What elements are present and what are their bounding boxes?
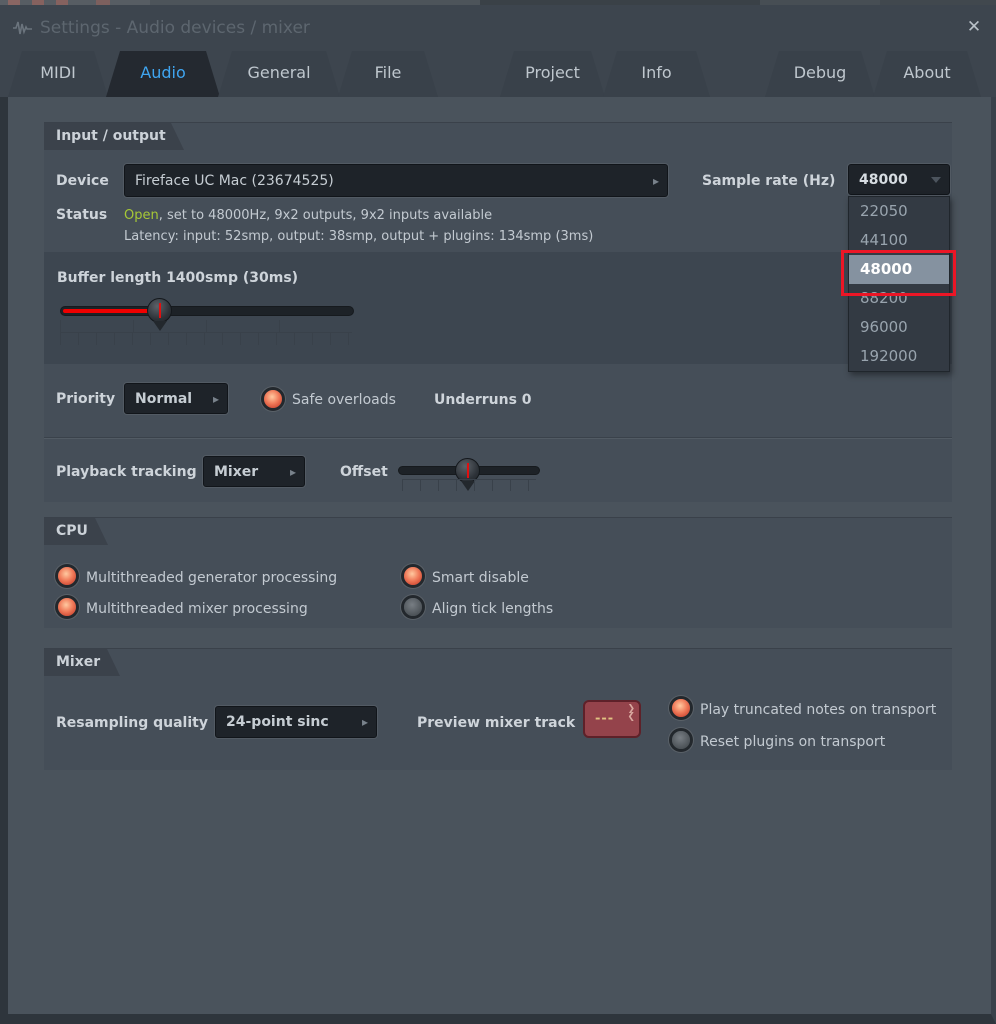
playback-tracking-select[interactable]: Mixer ▸ [203, 456, 305, 487]
device-select[interactable]: Fireface UC Mac (23674525) ▸ [124, 164, 668, 197]
resampling-quality-select[interactable]: 24-point sinc ▸ [215, 706, 377, 738]
chevron-down-icon [931, 177, 941, 183]
tab-debug[interactable]: Debug [765, 51, 875, 97]
resampling-quality-label: Resampling quality [56, 715, 208, 731]
section-header-mixer: Mixer [44, 649, 120, 676]
section-input-output: Input / output Device Fireface UC Mac (2… [44, 122, 952, 502]
buffer-length-label: Buffer length 1400smp (30ms) [57, 270, 298, 286]
section-header-io: Input / output [44, 123, 184, 150]
buffer-slider-track[interactable] [60, 306, 354, 316]
tab-bar: MIDI Audio General File Project Info Deb… [0, 49, 996, 97]
waveform-icon [12, 19, 34, 37]
safe-overloads-label: Safe overloads [292, 392, 396, 408]
tab-about[interactable]: About [873, 51, 981, 97]
play-truncated-notes-radio[interactable] [672, 699, 690, 717]
status-open: Open [124, 208, 159, 223]
multithreaded-mixer-label: Multithreaded mixer processing [86, 601, 308, 617]
align-tick-lengths-radio[interactable] [404, 598, 422, 616]
tab-info[interactable]: Info [603, 51, 710, 97]
right-arrow-icon: ▸ [362, 715, 368, 729]
status-label: Status [56, 207, 107, 223]
playback-tracking-value: Mixer [214, 464, 258, 480]
reset-plugins-label: Reset plugins on transport [700, 734, 885, 750]
section-header-cpu: CPU [44, 518, 108, 545]
multithreaded-generator-radio[interactable] [58, 567, 76, 585]
device-value: Fireface UC Mac (23674525) [135, 173, 334, 189]
smart-disable-label: Smart disable [432, 570, 529, 586]
sample-rate-option-88200[interactable]: 88200 [849, 284, 949, 313]
tab-general[interactable]: General [218, 51, 340, 97]
preview-mixer-track-button[interactable]: --- ❯❮ [583, 700, 641, 738]
section-cpu: CPU Multithreaded generator processing M… [44, 517, 952, 628]
sample-rate-label: Sample rate (Hz) [702, 173, 835, 189]
playback-tracking-label: Playback tracking [56, 464, 197, 480]
safe-overloads-radio[interactable] [264, 390, 282, 408]
preview-mixer-track-label: Preview mixer track [417, 715, 575, 731]
dialog-body: Input / output Device Fireface UC Mac (2… [0, 97, 996, 1024]
reset-plugins-radio[interactable] [672, 731, 690, 749]
buffer-band: Buffer length 1400smp (30ms) [44, 252, 952, 364]
tab-project[interactable]: Project [500, 51, 605, 97]
priority-value: Normal [135, 391, 192, 407]
buffer-slider-fill [63, 309, 160, 313]
buffer-slider-ruler [60, 320, 352, 345]
divider [44, 437, 952, 438]
resampling-quality-value: 24-point sinc [226, 714, 329, 730]
section-mixer: Mixer Resampling quality 24-point sinc ▸… [44, 648, 952, 770]
stepper-arrows-icon: ❯❮ [627, 705, 635, 721]
status-line1: Open, set to 48000Hz, 9x2 outputs, 9x2 i… [124, 208, 492, 223]
offset-slider-ruler [402, 479, 536, 491]
close-icon[interactable]: ✕ [964, 17, 984, 37]
offset-label: Offset [340, 464, 388, 480]
title-bar: Settings - Audio devices / mixer ✕ [0, 5, 996, 49]
right-arrow-icon: ▸ [213, 392, 219, 406]
multithreaded-mixer-radio[interactable] [58, 598, 76, 616]
sample-rate-option-96000[interactable]: 96000 [849, 313, 949, 342]
priority-select[interactable]: Normal ▸ [124, 383, 228, 414]
sample-rate-select[interactable]: 48000 [848, 164, 950, 195]
device-label: Device [56, 173, 109, 189]
align-tick-lengths-label: Align tick lengths [432, 601, 553, 617]
sample-rate-value: 48000 [859, 172, 908, 188]
preview-mixer-track-value: --- [595, 712, 614, 727]
sample-rate-option-48000[interactable]: 48000 [849, 255, 949, 284]
tab-midi[interactable]: MIDI [8, 51, 108, 97]
sample-rate-dropdown-list: 22050 44100 48000 88200 96000 192000 [848, 196, 950, 372]
smart-disable-radio[interactable] [404, 567, 422, 585]
right-arrow-icon: ▸ [290, 465, 296, 479]
play-truncated-notes-label: Play truncated notes on transport [700, 702, 936, 718]
underruns-label: Underruns 0 [434, 392, 532, 408]
multithreaded-generator-label: Multithreaded generator processing [86, 570, 337, 586]
sample-rate-option-44100[interactable]: 44100 [849, 226, 949, 255]
tab-audio[interactable]: Audio [106, 51, 220, 97]
status-rest: , set to 48000Hz, 9x2 outputs, 9x2 input… [159, 208, 492, 223]
priority-label: Priority [56, 391, 115, 407]
sample-rate-option-22050[interactable]: 22050 [849, 197, 949, 226]
sample-rate-option-192000[interactable]: 192000 [849, 342, 949, 371]
settings-window: Settings - Audio devices / mixer ✕ MIDI … [0, 0, 996, 1024]
status-latency: Latency: input: 52smp, output: 38smp, ou… [124, 229, 593, 244]
window-title: Settings - Audio devices / mixer [40, 18, 310, 38]
right-arrow-icon: ▸ [653, 174, 659, 188]
tab-file[interactable]: File [338, 51, 438, 97]
